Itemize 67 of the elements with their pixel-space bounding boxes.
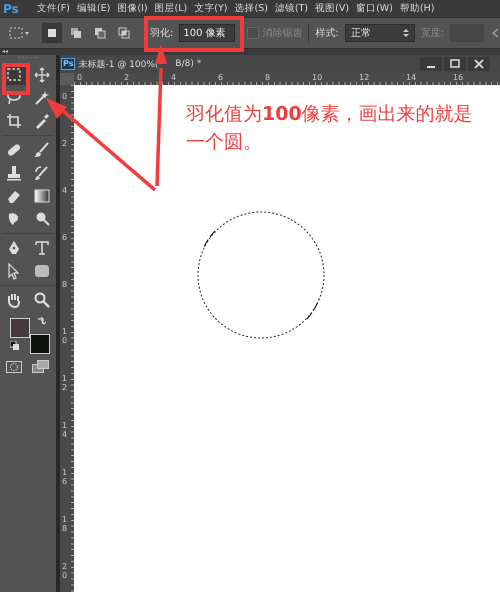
- ruler-number: 14: [406, 73, 418, 84]
- updown-icon: [402, 28, 409, 38]
- marquee-icon: [8, 26, 30, 40]
- ruler-number: 16: [453, 73, 464, 84]
- menu-item[interactable]: 图像(I): [115, 2, 153, 15]
- ruler-number: 6: [218, 73, 224, 84]
- ruler-number: 4: [62, 187, 68, 196]
- feather-label: 羽化:: [150, 27, 174, 40]
- stamp-icon: [5, 164, 23, 182]
- new-selection-icon: [45, 26, 59, 40]
- add-selection-icon: [69, 26, 83, 40]
- ruler-number: 10: [312, 73, 324, 84]
- ruler-number: 8: [265, 73, 272, 84]
- ps-badge: Ps: [61, 58, 76, 70]
- brush-icon: [33, 141, 51, 159]
- foreground-color-swatch[interactable]: [10, 318, 30, 338]
- ruler-number: 20: [62, 563, 68, 581]
- gradient-icon: [33, 187, 51, 205]
- annotation-text: 羽化值为100像素，画出来的就是一个圆。: [186, 102, 474, 155]
- background-color-swatch[interactable]: [30, 334, 50, 354]
- default-colors-icon[interactable]: [10, 341, 20, 351]
- intersect-selection-icon: [117, 26, 131, 40]
- ruler-number: 12: [359, 73, 370, 84]
- highlight-frame: [2, 63, 30, 95]
- subtract-selection-icon: [93, 26, 107, 40]
- ruler-number: 10: [62, 328, 68, 346]
- menu-item[interactable]: 窗口(W): [354, 2, 398, 15]
- ruler-number: 2: [62, 140, 68, 149]
- screen-mode-icon[interactable]: [32, 360, 50, 374]
- selection-mode-button[interactable]: [42, 23, 62, 43]
- style-label: 样式:: [315, 26, 339, 40]
- move-icon: [33, 66, 51, 84]
- menu-item[interactable]: 滤镜(T): [272, 2, 314, 15]
- ruler-number: 18: [62, 516, 68, 534]
- ruler-number: 0: [62, 93, 68, 102]
- type-icon: [33, 239, 51, 257]
- wand-icon: [33, 89, 51, 107]
- ruler-number: 16: [62, 469, 68, 487]
- menu-item[interactable]: 图层(L): [152, 2, 192, 15]
- hand-icon: [5, 291, 23, 309]
- close-icon[interactable]: [468, 57, 490, 71]
- ruler-number: 6: [62, 234, 68, 243]
- maximize-icon[interactable]: [444, 57, 466, 71]
- tool-preset-picker[interactable]: [8, 26, 30, 40]
- ruler-number: 8: [62, 281, 68, 290]
- document-title: B/8) *: [175, 59, 202, 69]
- ruler-corner: [60, 73, 74, 85]
- style-dropdown[interactable]: 正常: [344, 24, 415, 42]
- menu-item[interactable]: 文字(Y): [192, 2, 232, 15]
- ruler-number: 4: [171, 73, 178, 84]
- menu-item[interactable]: 视图(V): [313, 2, 354, 15]
- zoom-icon: [33, 291, 51, 309]
- ruler-number: 2: [124, 73, 130, 84]
- menu-item[interactable]: 帮助(H): [398, 2, 440, 15]
- feather-field[interactable]: 100 像素: [179, 24, 236, 42]
- menu-item[interactable]: 编辑(E): [74, 2, 116, 15]
- minimize-icon[interactable]: [420, 57, 442, 71]
- menu-item[interactable]: 文件(F): [35, 2, 75, 15]
- quick-mask-icon[interactable]: [6, 361, 22, 373]
- rounded-rectangle-icon: [33, 262, 51, 280]
- ruler-number: 14: [62, 422, 68, 440]
- ruler-number: 0: [77, 73, 84, 84]
- menu-item[interactable]: 选择(S): [232, 2, 273, 15]
- ruler-number: 12: [62, 375, 68, 393]
- crop-icon: [5, 112, 23, 130]
- app-logo: Ps: [2, 2, 20, 16]
- swap-icon[interactable]: [36, 316, 46, 326]
